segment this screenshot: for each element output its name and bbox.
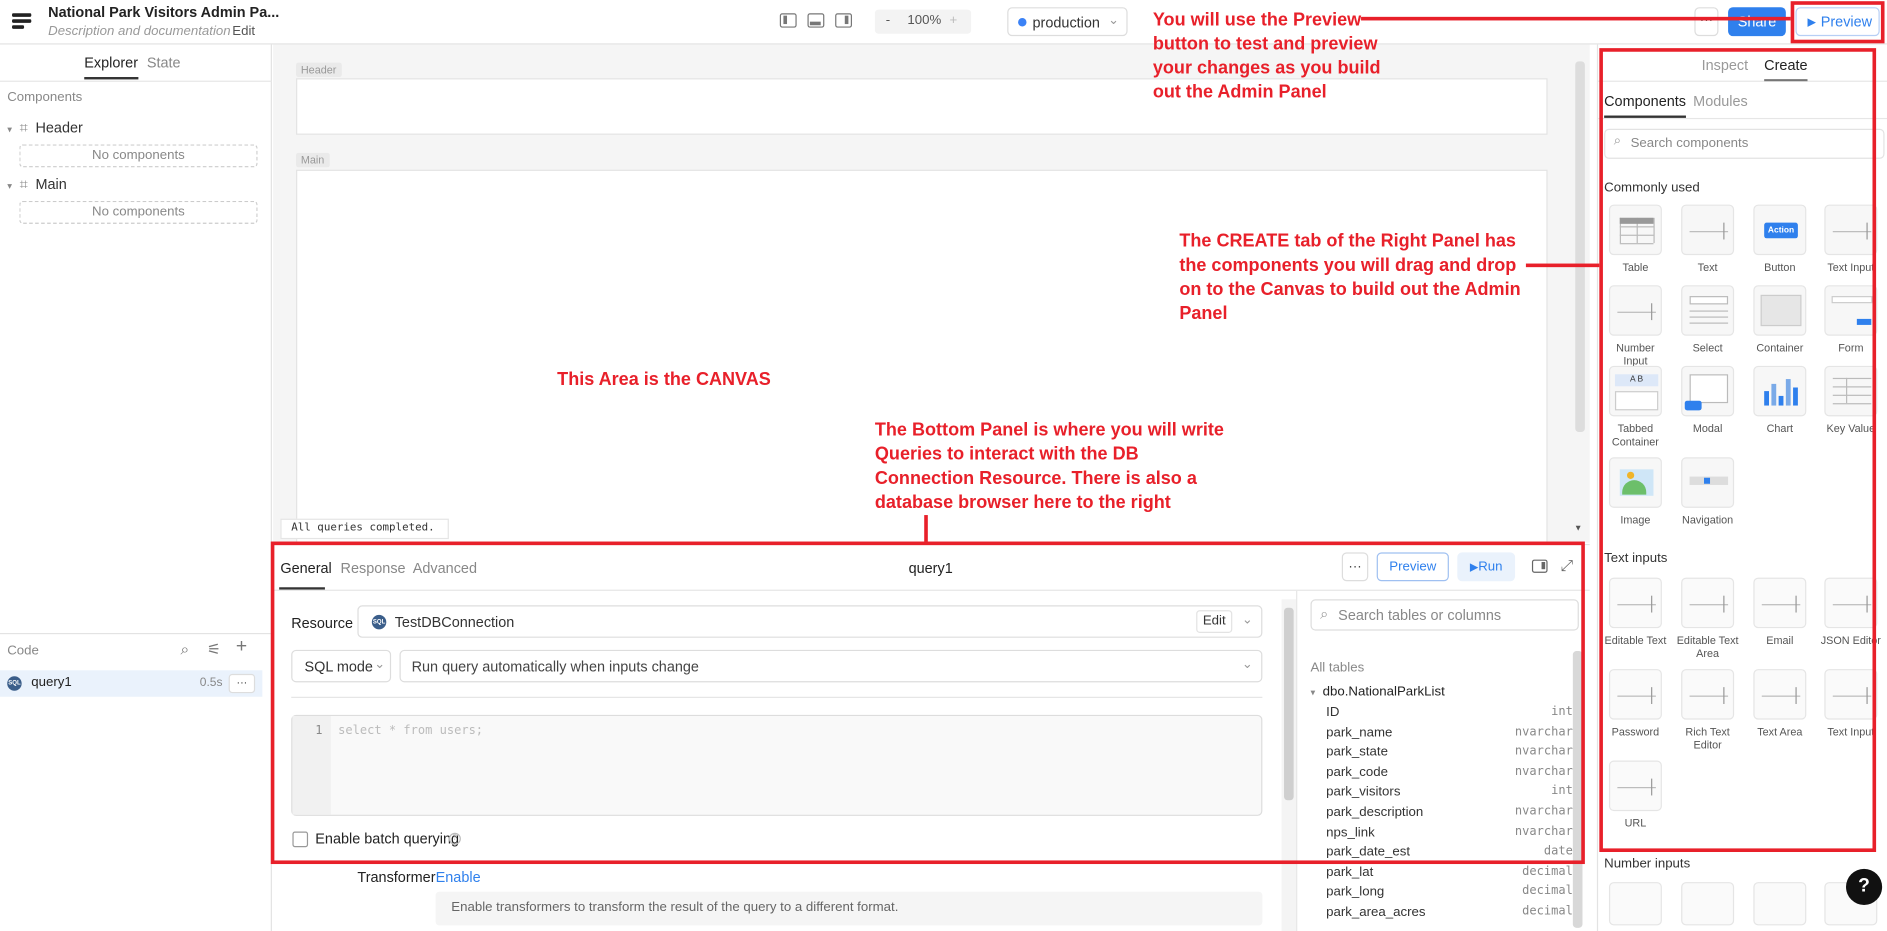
column-name: park_area_acres [1326,904,1426,920]
annotation-preview-note: You will use the Preview button to test … [1152,9,1381,103]
enable-transformer-link[interactable]: Enable [436,869,481,886]
toggle-bottom-panel-icon[interactable] [807,13,825,28]
code-section-label: Code [7,643,39,659]
filter-icon[interactable]: ⚟ [207,640,221,659]
divider [0,80,272,82]
tab-explorer[interactable]: Explorer [84,54,139,80]
toggle-right-panel-icon[interactable] [835,13,853,28]
annotation-box-bottom-panel [270,541,1585,865]
transformer-label: Transformer [357,868,436,886]
tree-item-label: Header [35,119,83,136]
query-runtime: 0.5s [199,676,223,690]
sql-icon: SQL [7,676,22,691]
column-name: park_lat [1326,865,1374,880]
header-frame-label: Header [296,62,342,78]
tab-state[interactable]: State [147,54,181,71]
search-icon[interactable]: ⌕ [181,640,190,659]
add-query-icon[interactable]: + [236,637,247,659]
scroll-down-icon[interactable]: ▼ [1574,525,1582,533]
query-more-button[interactable]: ··· [228,673,256,694]
annotation-create-note: The CREATE tab of the Right Panel has th… [1179,231,1521,324]
canvas-scrollbar[interactable] [1575,61,1585,433]
tree-item-header[interactable]: ▾ ⌗ Header [7,119,83,137]
environment-status-dot [1018,18,1027,27]
column-row[interactable]: park_lat decimal [1326,865,1573,884]
query-status: All queries completed. [280,518,449,540]
caret-down-icon: ▾ [7,180,13,192]
empty-placeholder: No components [19,144,258,168]
transformer-hint: Enable transformers to transform the res… [435,891,1263,926]
tree-item-main[interactable]: ▾ ⌗ Main [7,176,67,194]
annotation-arrow-bottom-panel [924,515,928,542]
help-button[interactable]: ? [1846,868,1883,905]
more-button[interactable]: ··· [1694,7,1719,37]
annotation-bottom-note: The Bottom Panel is where you will write… [874,419,1224,513]
empty-placeholder: No components [19,200,258,224]
zoom-out-button[interactable]: - [886,13,890,27]
left-panel: Explorer State Components ▾ ⌗ Header No … [0,44,272,931]
main-frame-label: Main [296,152,330,168]
annotation-canvas-note: This Area is the CANVAS [557,369,771,390]
column-type: decimal [1522,865,1573,879]
caret-down-icon: ▾ [7,123,13,135]
column-name: park_long [1326,884,1385,900]
app-menu-icon[interactable] [12,13,32,30]
app-title[interactable]: National Park Visitors Admin Pa... [48,4,279,21]
toggle-left-panel-icon[interactable] [779,13,797,28]
environment-select[interactable]: production ⌄ [1007,7,1128,37]
zoom-control: - 100% + [874,9,972,34]
environment-value: production [1032,14,1100,32]
column-type: decimal [1522,884,1573,899]
annotation-box-preview [1790,1,1885,44]
code-section-header: Code ⌕ ⚟ + [0,632,272,669]
number-input-component-icon[interactable] [1681,882,1735,926]
annotation-arrow-preview [1361,16,1791,21]
column-row[interactable]: park_long decimal [1326,885,1573,904]
frame-icon: ⌗ [19,119,28,136]
frame-icon: ⌗ [19,175,28,193]
zoom-in-button[interactable]: + [949,13,957,27]
query-list-item[interactable]: SQL query1 0.5s ··· [0,670,263,697]
zoom-level: 100% [907,13,942,28]
column-type: decimal [1522,904,1573,919]
tree-item-label: Main [35,175,67,193]
number-input-component-icon[interactable] [1608,882,1662,926]
number-input-component-icon[interactable] [1753,882,1807,926]
edit-description-link[interactable]: Edit [232,24,255,38]
chevron-down-icon: ⌄ [1108,13,1120,28]
number-inputs-label: Number inputs [1604,856,1691,872]
components-section-label: Components [7,90,83,105]
top-bar: National Park Visitors Admin Pa... Descr… [0,0,1887,45]
annotation-box-right-panel [1599,48,1877,853]
app-description: Description and documentation [48,24,231,39]
column-row[interactable]: park_area_acres decimal [1326,905,1573,924]
query-name: query1 [31,675,72,690]
share-button[interactable]: Share [1728,7,1786,37]
